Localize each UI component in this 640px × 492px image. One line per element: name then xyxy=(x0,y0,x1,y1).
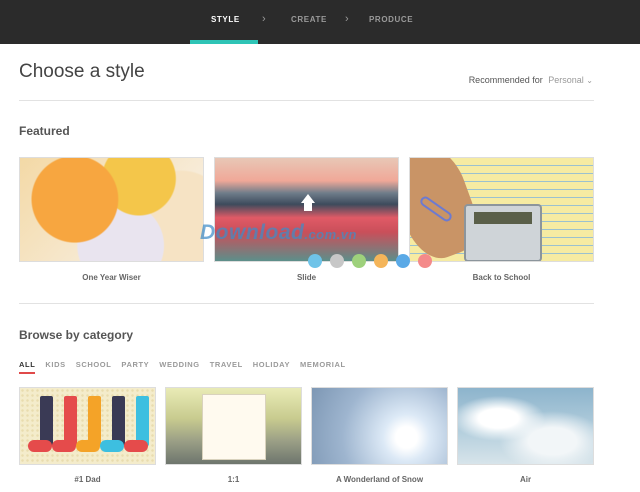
tab-holiday[interactable]: HOLIDAY xyxy=(253,360,290,374)
carousel-dot[interactable] xyxy=(396,254,410,268)
arrow-up-icon-stem xyxy=(304,203,312,211)
tab-all[interactable]: ALL xyxy=(19,360,36,374)
chevron-right-icon: › xyxy=(262,13,266,25)
tab-school[interactable]: SCHOOL xyxy=(76,360,112,374)
page-title: Choose a style xyxy=(19,61,145,82)
sock-illustration xyxy=(124,396,149,452)
recommended-for-select[interactable]: Recommended for Personal ⌄ xyxy=(469,75,593,85)
browse-title: Browse by category xyxy=(19,328,134,342)
recommended-value[interactable]: Personal xyxy=(548,75,584,85)
active-step-indicator xyxy=(190,40,258,44)
featured-label[interactable]: Slide xyxy=(214,273,399,282)
chevron-right-icon: › xyxy=(345,13,349,25)
sock-illustration xyxy=(100,396,125,452)
tile-label[interactable]: A Wonderland of Snow xyxy=(311,475,448,484)
featured-card-back-to-school[interactable] xyxy=(409,157,594,262)
tab-travel[interactable]: TRAVEL xyxy=(210,360,243,374)
calculator-illustration xyxy=(464,204,542,261)
category-tabs: ALL KIDS SCHOOL PARTY WEDDING TRAVEL HOL… xyxy=(19,360,346,374)
featured-label[interactable]: Back to School xyxy=(409,273,594,282)
watermark-tld: .com.vn xyxy=(304,227,357,242)
card-illustration xyxy=(202,394,266,460)
carousel-dot[interactable] xyxy=(330,254,344,268)
tile-label[interactable]: #1 Dad xyxy=(19,475,156,484)
tile-label[interactable]: Air xyxy=(457,475,594,484)
divider xyxy=(19,100,594,101)
carousel-dot[interactable] xyxy=(418,254,432,268)
divider xyxy=(19,303,594,304)
step-style[interactable]: STYLE xyxy=(211,15,240,24)
featured-card-one-year-wiser[interactable] xyxy=(19,157,204,262)
top-nav: STYLE › CREATE › PRODUCE xyxy=(0,0,640,44)
sock-illustration xyxy=(28,396,53,452)
watermark-logo: Download.com.vn xyxy=(200,221,357,245)
style-tile-air[interactable] xyxy=(457,387,594,465)
sock-illustration xyxy=(52,396,77,452)
tab-party[interactable]: PARTY xyxy=(121,360,149,374)
watermark-brand: Download xyxy=(200,221,305,244)
tab-kids[interactable]: KIDS xyxy=(45,360,65,374)
tab-wedding[interactable]: WEDDING xyxy=(159,360,199,374)
carousel-dots xyxy=(308,254,432,268)
step-produce[interactable]: PRODUCE xyxy=(369,15,413,24)
carousel-dot[interactable] xyxy=(374,254,388,268)
carousel-dot[interactable] xyxy=(352,254,366,268)
style-tile-dad[interactable] xyxy=(19,387,156,465)
sock-illustration xyxy=(76,396,101,452)
featured-label[interactable]: One Year Wiser xyxy=(19,273,204,282)
carousel-dot[interactable] xyxy=(308,254,322,268)
recommended-label: Recommended for xyxy=(468,75,543,85)
tab-memorial[interactable]: MEMORIAL xyxy=(300,360,346,374)
featured-title: Featured xyxy=(19,124,70,138)
featured-card-slide[interactable] xyxy=(214,157,399,262)
style-tile-1-1[interactable] xyxy=(165,387,302,465)
tile-label[interactable]: 1:1 xyxy=(165,475,302,484)
step-create[interactable]: CREATE xyxy=(291,15,327,24)
style-tile-wonderland-of-snow[interactable] xyxy=(311,387,448,465)
arrow-up-icon xyxy=(301,194,315,203)
chevron-down-icon[interactable]: ⌄ xyxy=(586,76,593,85)
